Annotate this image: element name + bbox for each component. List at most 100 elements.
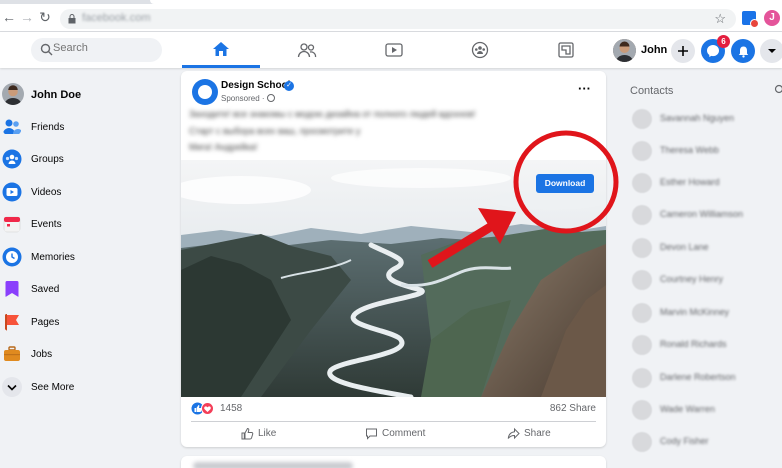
chevron-down-icon (2, 377, 22, 397)
account-menu-button[interactable] (760, 39, 782, 63)
sidebar-item-events[interactable]: Events (0, 210, 170, 240)
avatar (632, 335, 652, 355)
contact-item[interactable]: Darlene Robertson (630, 366, 780, 390)
sidebar-item-label: Saved (31, 284, 60, 295)
contact-item[interactable]: Savannah Nguyen (630, 107, 780, 131)
notifications-button[interactable] (731, 39, 755, 63)
profile-chip[interactable]: John (612, 39, 668, 63)
avatar (613, 39, 636, 62)
groups-icon (471, 41, 489, 59)
contact-name: Theresa Webb (660, 145, 719, 155)
tab-gaming[interactable] (527, 32, 605, 68)
like-love-reactions-icon[interactable] (191, 402, 215, 415)
contact-item[interactable]: Esther Howard (630, 171, 780, 195)
contact-item[interactable]: Wade Warren (630, 398, 780, 422)
tab-friends[interactable] (268, 32, 346, 68)
notification-badge: 6 (717, 35, 730, 48)
comment-icon (366, 428, 377, 440)
extension-icon[interactable] (742, 11, 759, 28)
create-button[interactable] (671, 39, 695, 63)
like-label: Like (258, 428, 277, 439)
post-image[interactable] (181, 160, 606, 397)
contact-item[interactable]: Devon Lane (630, 236, 780, 260)
url-text: facebook.com (82, 12, 151, 24)
bell-icon (738, 46, 748, 58)
lock-icon (68, 14, 76, 24)
sidebar-item-label: Events (31, 219, 62, 230)
active-browser-tab[interactable] (150, 0, 782, 4)
groups-icon (2, 149, 22, 169)
share-count[interactable]: 862 Share (550, 403, 596, 414)
address-bar[interactable]: facebook.com ☆ (60, 9, 736, 29)
reload-icon[interactable]: ↻ (38, 10, 52, 24)
header-user-name: John (641, 44, 668, 56)
tab-home[interactable] (182, 32, 260, 68)
browser-toolbar: ← → ↻ facebook.com ☆ J (0, 0, 782, 32)
contact-item[interactable]: Marvin McKinney (630, 301, 780, 325)
bookmark-star-icon[interactable]: ☆ (714, 11, 726, 27)
avatar (632, 173, 652, 193)
avatar (632, 400, 652, 420)
forward-icon[interactable]: → (20, 10, 34, 24)
sidebar-item-label: Videos (31, 187, 62, 198)
contact-item[interactable]: Cody Fisher (630, 430, 780, 454)
next-post (181, 456, 606, 468)
contact-name: Devon Lane (660, 242, 709, 252)
friends-icon (297, 43, 317, 58)
contact-item[interactable]: Theresa Webb (630, 139, 780, 163)
contact-item[interactable]: Courtney Henry (630, 268, 780, 292)
gaming-icon (558, 42, 574, 58)
like-button[interactable]: Like (241, 425, 301, 445)
comment-button[interactable]: Comment (365, 425, 435, 445)
share-label: Share (524, 428, 551, 439)
reactions-row: 1458 862 Share (191, 402, 596, 416)
sidebar-item-jobs[interactable]: Jobs (0, 340, 170, 370)
contacts-search-icon[interactable] (773, 84, 782, 96)
briefcase-icon (4, 346, 20, 361)
sidebar-item-label: See More (31, 382, 75, 393)
avatar (632, 303, 652, 323)
back-icon[interactable]: ← (2, 10, 16, 24)
sidebar-item-profile[interactable]: John Doe (0, 80, 170, 110)
contact-name: Savannah Nguyen (660, 113, 735, 123)
avatar (2, 83, 24, 105)
contact-name: Wade Warren (660, 404, 715, 414)
share-button[interactable]: Share (507, 425, 567, 445)
tab-strip (0, 0, 782, 4)
sidebar-item-friends[interactable]: Friends (0, 113, 170, 143)
sponsored-post: Design School ✓ Sponsored · ··· Заходите… (181, 71, 606, 447)
caret-down-icon (768, 49, 776, 53)
bookmark-icon (5, 281, 19, 297)
sidebar-item-see-more[interactable]: See More (0, 373, 170, 403)
sidebar-item-saved[interactable]: Saved (0, 275, 170, 305)
avatar (632, 109, 652, 129)
post-text-line: Старт с выбора всех ваш, просмотрите у (189, 126, 361, 136)
page-avatar[interactable] (192, 79, 218, 105)
search-box[interactable] (31, 38, 162, 62)
reaction-count[interactable]: 1458 (220, 403, 242, 414)
sidebar-item-pages[interactable]: Pages (0, 308, 170, 338)
post-options-button[interactable]: ··· (578, 81, 591, 96)
sidebar-item-groups[interactable]: Groups (0, 145, 170, 175)
browser-profile-avatar[interactable]: J (764, 10, 780, 26)
page-name[interactable]: Design School (221, 80, 290, 91)
globe-icon (266, 94, 275, 102)
comment-label: Comment (382, 428, 426, 439)
sidebar-item-label: Pages (31, 317, 60, 328)
tab-groups[interactable] (441, 32, 519, 68)
video-icon (2, 182, 22, 202)
download-button[interactable]: Download (536, 174, 594, 193)
tab-watch[interactable] (355, 32, 433, 68)
clock-icon (2, 247, 22, 267)
contact-item[interactable]: Ronald Richards (630, 333, 780, 357)
contact-name: Cody Fisher (660, 436, 709, 446)
post-text-line: Заходите! все знакомы с модою дизайна от… (189, 109, 476, 119)
avatar (632, 205, 652, 225)
home-icon (213, 41, 229, 56)
next-post-header (193, 462, 353, 468)
sidebar-item-memories[interactable]: Memories (0, 243, 170, 273)
sidebar-item-videos[interactable]: Videos (0, 178, 170, 208)
search-input[interactable] (53, 42, 153, 54)
contact-item[interactable]: Cameron Williamson (630, 203, 780, 227)
messenger-icon (707, 45, 719, 57)
